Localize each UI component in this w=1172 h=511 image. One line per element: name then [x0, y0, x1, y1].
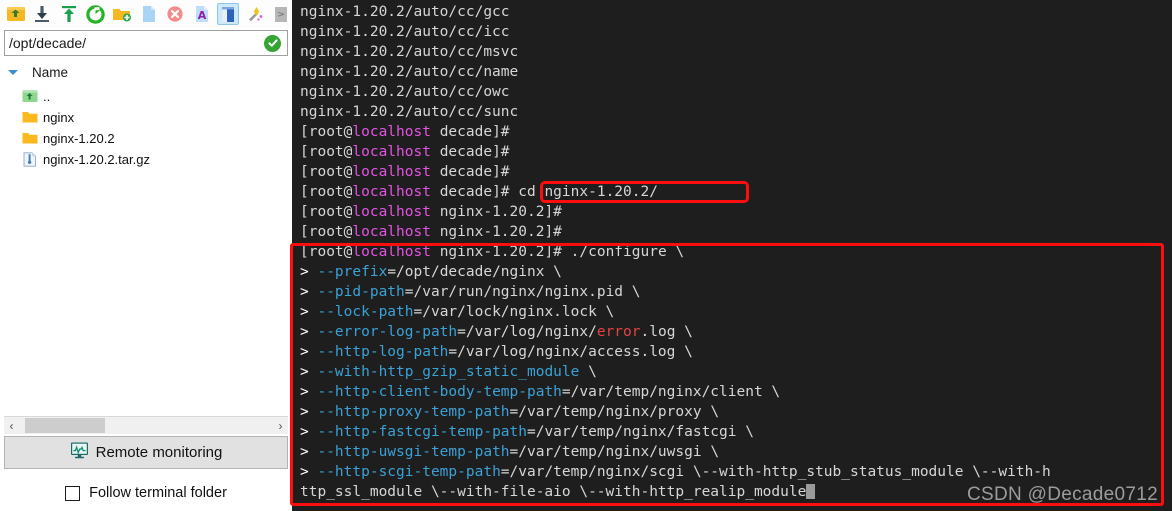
list-item-label: nginx: [43, 110, 75, 125]
check-circle-icon: [264, 34, 281, 52]
list-item-label: ..: [43, 89, 51, 104]
chevron-down-icon[interactable]: [8, 69, 18, 75]
monitor-chart-icon: [70, 441, 89, 464]
tree-column-header[interactable]: Name: [0, 62, 292, 82]
terminal-line: [root@localhost decade]#: [300, 124, 510, 140]
refresh-icon[interactable]: [85, 3, 107, 25]
terminal-line: [root@localhost decade]#: [300, 164, 510, 180]
follow-terminal-folder-checkbox[interactable]: [65, 485, 81, 501]
terminal-line: nginx-1.20.2/auto/cc/sunc: [300, 104, 519, 120]
rename-icon[interactable]: A: [191, 3, 213, 25]
tree-column-header-label: Name: [32, 64, 69, 80]
file-list: .. nginx nginx-1.20.2 nginx-1.20.2.tar.g…: [0, 82, 292, 170]
list-item[interactable]: ..: [0, 86, 292, 107]
cd-command-highlight: [540, 181, 749, 203]
scroll-left-arrow-icon[interactable]: ‹: [4, 417, 19, 434]
list-item-label: nginx-1.20.2.tar.gz: [43, 152, 150, 167]
list-item[interactable]: nginx-1.20.2.tar.gz: [0, 149, 292, 170]
folder-icon: [22, 131, 38, 147]
terminal-line: nginx-1.20.2/auto/cc/name: [300, 64, 519, 80]
follow-terminal-folder-label: Follow terminal folder: [89, 485, 227, 501]
terminal-line: nginx-1.20.2/auto/cc/gcc: [300, 4, 510, 20]
remote-monitoring-label: Remote monitoring: [95, 444, 223, 461]
path-input[interactable]: /opt/decade/: [5, 35, 264, 51]
path-input-row[interactable]: /opt/decade/: [4, 30, 288, 56]
parent-folder-icon: [22, 89, 38, 105]
more-icon[interactable]: >: [271, 3, 293, 25]
list-item[interactable]: nginx: [0, 107, 292, 128]
parent-folder-icon[interactable]: [5, 3, 27, 25]
horizontal-scrollbar[interactable]: ‹ ›: [4, 416, 288, 434]
scroll-right-arrow-icon[interactable]: ›: [273, 417, 288, 434]
magic-wand-icon[interactable]: [244, 3, 266, 25]
new-folder-icon[interactable]: [111, 3, 133, 25]
download-icon[interactable]: [32, 3, 54, 25]
svg-text:A: A: [197, 9, 206, 22]
terminal-line: [root@localhost decade]#: [300, 144, 510, 160]
folder-icon: [22, 110, 38, 126]
terminal-line: nginx-1.20.2/auto/cc/owc: [300, 84, 510, 100]
terminal-line: nginx-1.20.2/auto/cc/msvc: [300, 44, 519, 60]
edit-file-icon[interactable]: [217, 3, 239, 25]
new-file-icon[interactable]: [138, 3, 160, 25]
archive-file-icon: [22, 151, 38, 168]
list-item-label: nginx-1.20.2: [43, 131, 115, 146]
delete-icon[interactable]: [164, 3, 186, 25]
terminal-line: [root@localhost nginx-1.20.2]#: [300, 224, 562, 240]
upload-icon[interactable]: [58, 3, 80, 25]
file-browser-panel: A > /opt/decade/ Name .. nginx nginx-1.2…: [0, 0, 292, 511]
terminal-line: [root@localhost nginx-1.20.2]#: [300, 204, 562, 220]
file-manager-terminal-app: A > /opt/decade/ Name .. nginx nginx-1.2…: [0, 0, 1172, 511]
file-toolbar: A >: [0, 0, 292, 28]
configure-command-highlight: [290, 243, 1164, 506]
list-item[interactable]: nginx-1.20.2: [0, 128, 292, 149]
svg-text:>: >: [277, 10, 285, 20]
terminal-line: nginx-1.20.2/auto/cc/icc: [300, 24, 510, 40]
scrollbar-thumb[interactable]: [25, 418, 105, 433]
remote-monitoring-button[interactable]: Remote monitoring: [4, 436, 288, 469]
scrollbar-track[interactable]: [19, 417, 273, 434]
follow-terminal-folder-row[interactable]: Follow terminal folder: [4, 475, 288, 511]
file-list-empty-area: [0, 170, 292, 416]
